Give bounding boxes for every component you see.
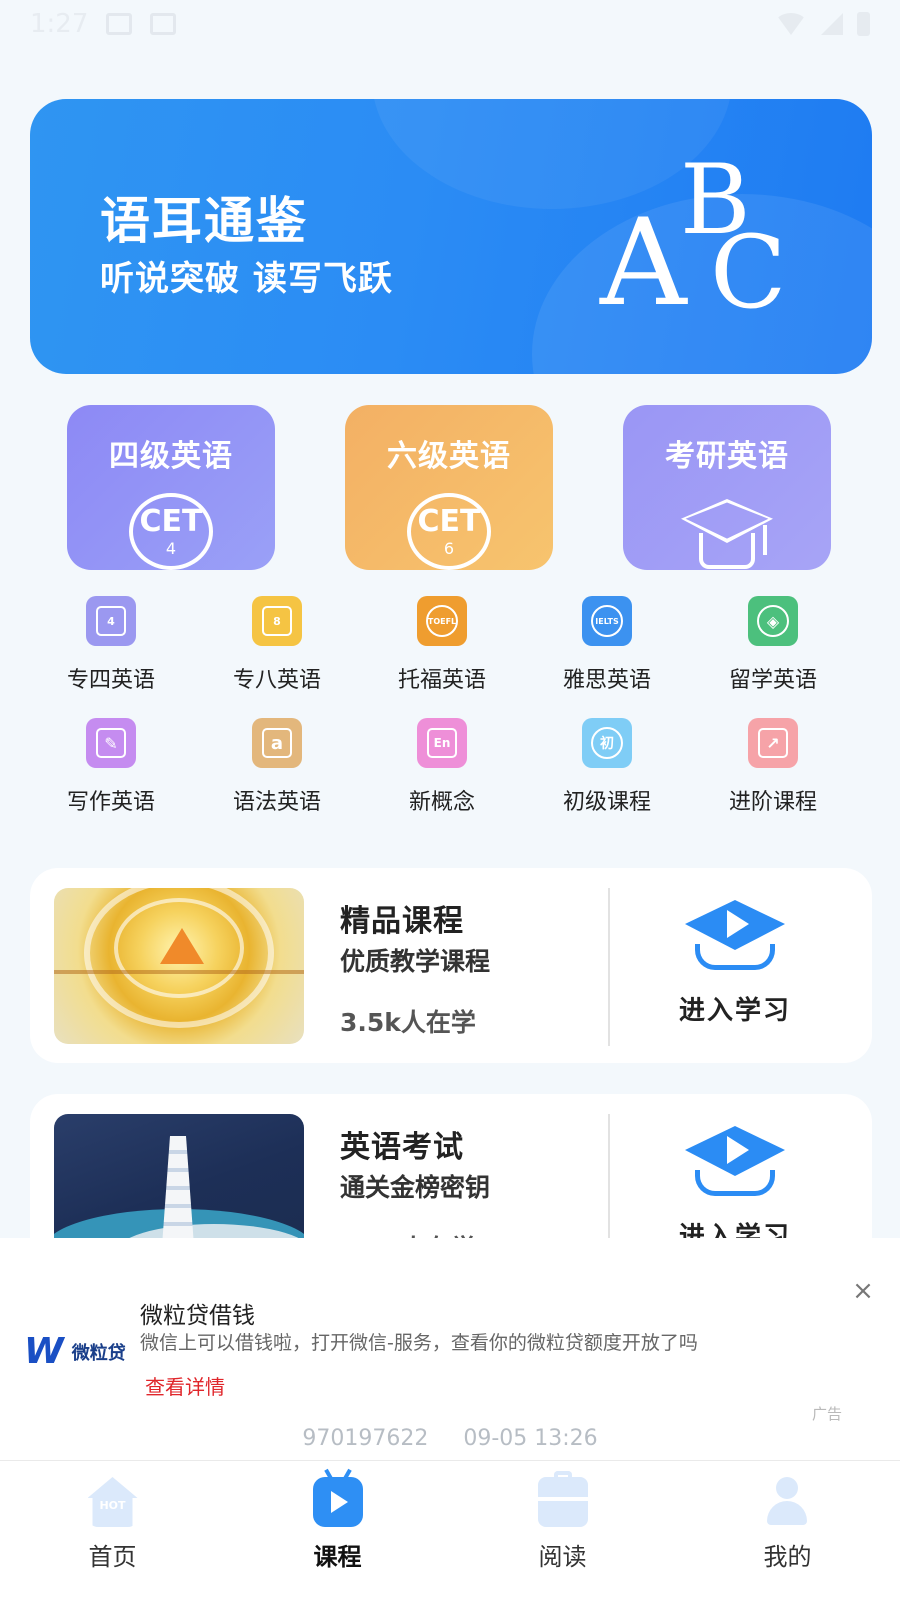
category-advanced[interactable]: ↗ 进阶课程 <box>713 718 833 816</box>
banner-subtitle: 听说突破 读写飞跃 <box>100 259 393 299</box>
app-notification-icon <box>150 13 177 35</box>
category-writing[interactable]: ✎ 写作英语 <box>51 718 171 816</box>
category-toefl[interactable]: TOEFL 托福英语 <box>382 596 502 694</box>
cet-badge-text: CET <box>139 503 203 539</box>
cet4-card[interactable]: 四级英语 CET 4 <box>67 405 275 570</box>
tem8-icon: 8 <box>252 596 302 646</box>
signal-icon <box>821 13 843 35</box>
tab-label: 阅读 <box>538 1543 587 1571</box>
ad-id: 970197622 <box>302 1426 429 1451</box>
cet4-badge-icon: CET 4 <box>129 493 213 570</box>
banner-title: 语耳通鉴 <box>100 192 308 250</box>
category-label: 新概念 <box>408 790 475 815</box>
ad-logo-text: 微粒贷 <box>71 1342 126 1364</box>
status-bar: 1:27 <box>0 0 900 48</box>
ad-title: 微粒贷借钱 <box>140 1303 255 1329</box>
ad-description: 微信上可以借钱啦，打开微信-服务，查看你的微粒贷额度开放了吗 <box>140 1332 698 1354</box>
status-time: 1:27 <box>30 9 89 39</box>
ad-label: 广告 <box>812 1405 843 1423</box>
writing-icon: ✎ <box>86 718 136 768</box>
exam-card-title: 六级英语 <box>387 439 511 474</box>
bottom-tab-bar: HOT 首页 课程 阅读 我的 <box>0 1460 900 1600</box>
letter-a: A <box>600 194 687 333</box>
category-new-concept[interactable]: En 新概念 <box>382 718 502 816</box>
category-label: 写作英语 <box>66 790 155 815</box>
image-notification-icon <box>106 13 133 35</box>
graduation-cap-icon <box>677 495 777 570</box>
ad-details-link[interactable]: 查看详情 <box>145 1371 225 1400</box>
wifi-icon <box>775 13 807 35</box>
kaoyan-card[interactable]: 考研英语 <box>623 405 831 570</box>
ad-timestamp: 09-05 13:26 <box>463 1426 598 1451</box>
study-abroad-icon: ◈ <box>748 596 798 646</box>
cet6-badge-icon: CET 6 <box>407 493 491 570</box>
category-study-abroad[interactable]: ◈ 留学英语 <box>713 596 833 694</box>
cet-badge-number: 4 <box>165 538 177 558</box>
cet-badge-text: CET <box>417 503 481 539</box>
abc-letters-icon: A B C <box>600 144 800 354</box>
course-thumbnail <box>54 888 304 1044</box>
exam-card-title: 四级英语 <box>109 439 233 474</box>
course-subtitle: 优质教学课程 <box>340 947 491 976</box>
new-concept-icon: En <box>417 718 467 768</box>
wechat-loan-logo-icon: W <box>24 1331 64 1372</box>
tab-label: 首页 <box>88 1543 137 1571</box>
course-learner-count: 3.5k人在学 <box>340 1008 476 1037</box>
category-label: 雅思英语 <box>562 668 651 693</box>
reading-icon <box>537 1471 588 1527</box>
beginner-icon: 初 <box>582 718 632 768</box>
course-icon <box>312 1468 363 1527</box>
enter-study-button[interactable]: 进入学习 <box>630 1122 840 1253</box>
hero-banner[interactable]: 语耳通鉴 听说突破 读写飞跃 A B C <box>30 99 872 374</box>
category-tem4[interactable]: 4 专四英语 <box>51 596 171 694</box>
tab-home[interactable]: HOT 首页 <box>0 1461 225 1600</box>
close-icon[interactable]: × <box>850 1278 876 1304</box>
category-label: 托福英语 <box>397 668 486 693</box>
enter-study-button[interactable]: 进入学习 <box>630 896 840 1027</box>
study-cap-play-icon <box>685 1122 785 1204</box>
advanced-icon: ↗ <box>748 718 798 768</box>
category-label: 专四英语 <box>66 668 155 693</box>
tab-course[interactable]: 课程 <box>225 1461 450 1600</box>
grammar-icon: a <box>252 718 302 768</box>
home-icon: HOT <box>87 1477 138 1527</box>
category-grammar[interactable]: a 语法英语 <box>217 718 337 816</box>
ad-meta: 970197622 09-05 13:26 <box>0 1426 900 1451</box>
category-ielts[interactable]: IELTS 雅思英语 <box>547 596 667 694</box>
category-label: 语法英语 <box>232 790 321 815</box>
study-cap-play-icon <box>685 896 785 978</box>
category-tem8[interactable]: 8 专八英语 <box>217 596 337 694</box>
ad-logo: W 微粒贷 <box>24 1331 126 1372</box>
category-label: 留学英语 <box>728 668 817 693</box>
enter-study-label: 进入学习 <box>678 996 791 1026</box>
category-label: 初级课程 <box>562 790 651 815</box>
tab-profile[interactable]: 我的 <box>675 1461 900 1600</box>
course-subtitle: 通关金榜密钥 <box>340 1173 491 1202</box>
category-label: 进阶课程 <box>728 790 817 815</box>
tab-reading[interactable]: 阅读 <box>450 1461 675 1600</box>
toefl-icon: TOEFL <box>417 596 467 646</box>
course-title: 英语考试 <box>340 1130 464 1165</box>
cet-badge-number: 6 <box>443 538 455 558</box>
cet6-card[interactable]: 六级英语 CET 6 <box>345 405 553 570</box>
battery-icon <box>857 12 870 36</box>
tab-label: 我的 <box>763 1543 812 1571</box>
exam-card-title: 考研英语 <box>665 439 789 474</box>
ad-banner[interactable]: W 微粒贷 微粒贷借钱 微信上可以借钱啦，打开微信-服务，查看你的微粒贷额度开放… <box>0 1238 900 1460</box>
category-beginner[interactable]: 初 初级课程 <box>547 718 667 816</box>
course-title: 精品课程 <box>340 904 464 939</box>
letter-c: C <box>710 214 787 331</box>
tab-label: 课程 <box>313 1543 362 1571</box>
category-label: 专八英语 <box>232 668 321 693</box>
divider <box>608 888 610 1046</box>
ielts-icon: IELTS <box>582 596 632 646</box>
profile-icon <box>763 1477 813 1527</box>
tem4-icon: 4 <box>86 596 136 646</box>
course-card-premium[interactable]: 精品课程 优质教学课程 3.5k人在学 进入学习 <box>30 868 872 1063</box>
